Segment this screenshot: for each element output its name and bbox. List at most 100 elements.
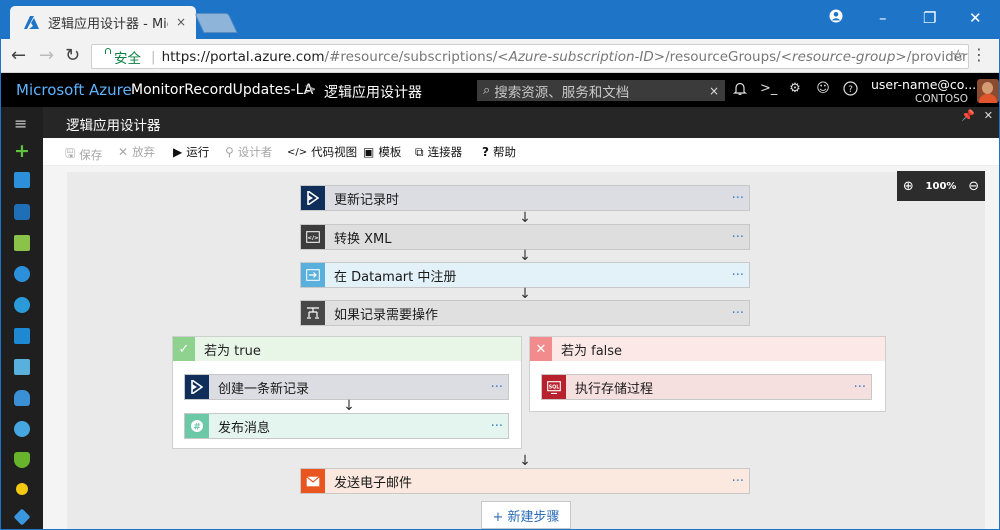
step-menu-icon[interactable]: ··· xyxy=(732,191,744,206)
x-icon: ✕ xyxy=(530,337,552,361)
branch-false-header[interactable]: ✕ 若为 false xyxy=(530,337,885,361)
azure-brand[interactable]: Microsoft Azure xyxy=(16,81,132,99)
condition-icon xyxy=(301,301,325,325)
breadcrumb-app[interactable]: MonitorRecordUpdates-LA xyxy=(131,82,313,98)
new-step-button[interactable]: + 新建步骤 xyxy=(481,501,571,529)
step-menu-icon[interactable]: ··· xyxy=(491,419,503,434)
back-icon[interactable]: ← xyxy=(11,45,26,66)
close-blade-icon[interactable]: ✕ xyxy=(984,109,993,122)
azure-search-input[interactable]: ⌕ 搜索资源、服务和文档 × xyxy=(477,80,725,101)
step-card-send-email[interactable]: 发送电子邮件 ··· xyxy=(300,468,750,494)
branch-true-header[interactable]: ✓ 若为 true xyxy=(173,337,521,361)
zoom-in-icon[interactable]: ⊕ xyxy=(903,179,914,194)
url-host: https://portal.azure.com xyxy=(161,48,325,65)
connector-icon: ⧉ xyxy=(415,144,424,159)
step-card-register-datamart[interactable]: 在 Datamart 中注册 ··· xyxy=(300,262,750,288)
browser-toolbar: ← → ↻ 安全 | https://portal.azure.com /#re… xyxy=(1,39,999,73)
save-button[interactable]: 🖫 保存 xyxy=(65,144,102,165)
avatar[interactable] xyxy=(977,79,999,103)
search-placeholder: 搜索资源、服务和文档 xyxy=(494,84,630,101)
breadcrumb-page[interactable]: 逻辑应用设计器 xyxy=(324,82,422,102)
account-icon[interactable] xyxy=(829,9,843,27)
step-card-create-record[interactable]: 创建一条新记录 ··· xyxy=(184,374,509,400)
url-subscription: <Azure-subscription-ID> xyxy=(497,48,666,65)
run-button[interactable]: ▶ 运行 xyxy=(173,144,209,160)
cosmos-db-icon[interactable] xyxy=(14,421,30,437)
tab-title: 逻辑应用设计器 - Micr xyxy=(48,17,168,32)
blade-title: 逻辑应用设计器 xyxy=(66,118,161,134)
reload-icon[interactable]: ↻ xyxy=(65,45,80,66)
step-menu-icon[interactable]: ··· xyxy=(732,268,744,283)
svg-text:</>: </> xyxy=(307,236,319,242)
step-label: 在 Datamart 中注册 xyxy=(334,269,457,285)
step-menu-icon[interactable]: ··· xyxy=(491,380,503,395)
resource-groups-icon[interactable] xyxy=(14,204,30,220)
cloud-shell-icon[interactable]: >_ xyxy=(760,81,777,97)
maximize-icon[interactable]: ❐ xyxy=(923,9,936,27)
search-clear-icon[interactable]: × xyxy=(709,84,719,98)
minimize-icon[interactable]: – xyxy=(879,9,887,27)
arrow-down-icon: ↓ xyxy=(519,286,531,302)
user-name[interactable]: user-name@co... xyxy=(871,77,976,92)
templates-button[interactable]: ▣ 模板 xyxy=(363,144,401,160)
search-icon: ⌕ xyxy=(483,83,491,98)
new-tab-button[interactable] xyxy=(194,13,238,33)
key-vault-icon[interactable] xyxy=(16,483,28,495)
step-label: 转换 XML xyxy=(334,231,392,247)
browser-window: 逻辑应用设计器 - Micr × – ❐ ✕ ← → ↻ 安全 | https:… xyxy=(0,0,1000,530)
monitor-icon[interactable] xyxy=(14,359,30,375)
code-icon: </> xyxy=(287,146,308,158)
virtual-machines-icon[interactable] xyxy=(14,328,30,344)
all-resources-icon[interactable] xyxy=(14,235,30,251)
help-button[interactable]: ? 帮助 xyxy=(482,144,516,160)
pin-icon[interactable]: 📌 xyxy=(961,109,975,122)
dashboard-icon[interactable] xyxy=(14,172,30,188)
title-bar: 逻辑应用设计器 - Micr × – ❐ ✕ xyxy=(1,1,999,39)
step-menu-icon[interactable]: ··· xyxy=(732,230,744,245)
settings-gear-icon[interactable]: ⚙ xyxy=(787,81,803,97)
xml-icon: </> xyxy=(301,225,325,249)
step-card-trigger[interactable]: 更新记录时 ··· xyxy=(300,185,750,211)
tab-close-icon[interactable]: × xyxy=(176,15,186,29)
zoom-control: ⊕ 100% ⊖ xyxy=(897,171,985,201)
dynamics-icon xyxy=(185,375,209,399)
save-icon: 🖫 xyxy=(65,146,76,160)
step-card-transform-xml[interactable]: </> 转换 XML ··· xyxy=(300,224,750,250)
designer-button[interactable]: ⚲ 设计者 xyxy=(225,144,272,160)
help-question-icon[interactable]: ? xyxy=(842,81,858,97)
notifications-icon[interactable] xyxy=(732,81,748,97)
step-menu-icon[interactable]: ··· xyxy=(732,306,744,321)
bookmark-star-icon[interactable]: ☆ xyxy=(952,46,965,64)
template-icon: ▣ xyxy=(363,145,375,159)
svg-text:?: ? xyxy=(848,85,853,95)
code-view-button[interactable]: </> 代码视图 xyxy=(287,144,357,160)
security-center-icon[interactable] xyxy=(14,452,30,468)
step-menu-icon[interactable]: ··· xyxy=(732,474,744,489)
app-services-icon[interactable] xyxy=(14,297,30,313)
arrow-down-icon: ↓ xyxy=(343,398,355,414)
help-icon: ? xyxy=(482,145,489,159)
blade-header: 逻辑应用设计器 📌 ✕ xyxy=(43,107,999,138)
sql-databases-icon[interactable] xyxy=(14,390,30,406)
address-bar[interactable]: 安全 | https://portal.azure.com /#resource… xyxy=(91,44,969,69)
connectors-button[interactable]: ⧉ 连接器 xyxy=(415,144,462,160)
browser-tab-active[interactable]: 逻辑应用设计器 - Micr × xyxy=(10,6,196,39)
load-balancer-icon[interactable] xyxy=(13,508,31,526)
create-resource-icon[interactable]: + xyxy=(14,140,30,162)
check-icon: ✓ xyxy=(173,337,195,361)
close-window-icon[interactable]: ✕ xyxy=(969,9,982,27)
feedback-smiley-icon[interactable]: ☺ xyxy=(815,81,831,97)
browser-menu-icon[interactable]: ⋮ xyxy=(971,45,987,64)
url-path-1: /#resource/subscriptions/ xyxy=(324,48,498,65)
discard-button[interactable]: ✕ 放弃 xyxy=(118,144,155,160)
breadcrumb-separator: > xyxy=(304,80,317,98)
step-card-condition[interactable]: 如果记录需要操作 ··· xyxy=(300,300,750,326)
step-menu-icon[interactable]: ··· xyxy=(854,380,866,395)
recent-icon[interactable] xyxy=(14,266,30,282)
left-nav: ≡ + xyxy=(1,107,43,529)
hamburger-menu-icon[interactable]: ≡ xyxy=(14,114,27,133)
step-card-post-message[interactable]: # 发布消息 ··· xyxy=(184,413,509,439)
forward-icon[interactable]: → xyxy=(39,45,54,66)
step-card-run-stored-procedure[interactable]: SQL 执行存储过程 ··· xyxy=(541,374,872,400)
zoom-out-icon[interactable]: ⊖ xyxy=(968,179,979,194)
